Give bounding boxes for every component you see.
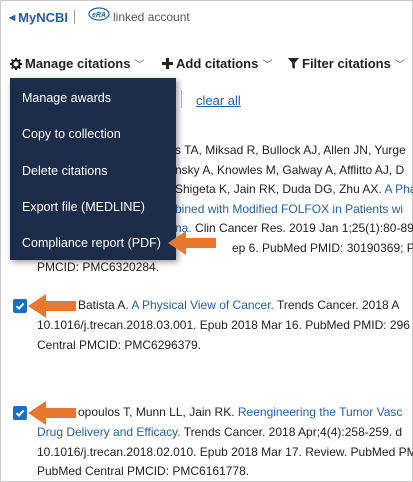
citation-checkbox-3[interactable] (13, 406, 27, 420)
citation-line: PMCID: PMC6320284. (37, 260, 160, 274)
citation-entry-3-cont: Drug Delivery and Efficacy. Trends Cance… (37, 423, 413, 482)
add-citations-label: Add citations (176, 56, 259, 71)
back-triangle-icon: ◀ (9, 13, 16, 22)
plus-icon (162, 58, 173, 69)
selection-divider (181, 90, 182, 108)
citation-checkbox-2[interactable] (13, 299, 27, 313)
citation-line: Drug Delivery and Efficacy. Trends Cance… (37, 425, 403, 439)
arrow-pointer-icon (28, 294, 76, 318)
myncbi-label: MyNCBI (18, 10, 68, 25)
citation-line: PubMed Central PMCID: PMC6161778. (37, 464, 250, 478)
manage-citations-label: Manage citations (25, 56, 131, 71)
citation-line: Shigeta K, Jain RK, Duda DG, Zhu AX. A P… (175, 180, 413, 200)
filter-icon (288, 58, 299, 69)
citation-title-link[interactable]: A Pha (384, 182, 413, 196)
chevron-down-icon: ﹀ (394, 60, 405, 71)
chevron-down-icon: ﹀ (262, 60, 273, 71)
citation-line: 10.1016/j.trecan.2018.02.010. Epub 2018 … (37, 444, 413, 459)
menu-item-export-file[interactable]: Export file (MEDLINE) (22, 200, 145, 214)
citation-entry-1-cont: ep 6. PubMed PMID: 30190369; Pub (232, 239, 413, 259)
arrow-pointer-icon (28, 401, 76, 425)
citation-entry-2: Batista A. A Physical View of Cancer. Tr… (78, 296, 399, 316)
citation-title-link[interactable]: A Physical View of Cancer. (131, 298, 274, 312)
citation-line: s TA, Miksad R, Bullock AJ, Allen JN, Yu… (175, 143, 406, 157)
citation-line: nsky A, Knowles M, Galway A, Afflitto AJ… (175, 162, 405, 177)
manage-citations-menu: Manage awards Copy to collection Delete … (10, 78, 176, 260)
menu-item-delete-citations[interactable]: Delete citations (22, 164, 107, 178)
myncbi-link[interactable]: ◀ MyNCBI (9, 10, 68, 25)
checkmark-icon (15, 302, 25, 311)
clear-all-link[interactable]: clear all (196, 93, 241, 108)
menu-item-compliance-report[interactable]: Compliance report (PDF) (22, 236, 161, 250)
manage-citations-button[interactable]: Manage citations ﹀ (10, 56, 144, 71)
menu-item-copy-to-collection[interactable]: Copy to collection (22, 127, 121, 141)
arrow-pointer-icon (168, 231, 216, 255)
citation-title-link[interactable]: bined with Modified FOLFOX in Patients w… (175, 202, 403, 216)
citation-entry-1: s TA, Miksad R, Bullock AJ, Allen JN, Yu… (175, 141, 413, 239)
citation-line: Batista A. A Physical View of Cancer. Tr… (78, 298, 400, 312)
citation-entry-1-pmcid: PMCID: PMC6320284. (37, 258, 159, 278)
checkmark-icon (15, 409, 25, 418)
citation-line: 10.1016/j.trecan.2018.03.001. Epub 2018 … (37, 318, 410, 332)
linked-account-label: linked account (113, 10, 190, 24)
citation-line: ep 6. PubMed PMID: 30190369; Pub (232, 241, 413, 255)
citation-line: bined with Modified FOLFOX in Patients w… (175, 200, 413, 220)
citation-line: opoulos T, Munn LL, Jain RK. Reengineeri… (78, 405, 403, 419)
citation-entry-2-cont: 10.1016/j.trecan.2018.03.001. Epub 2018 … (37, 316, 410, 355)
header-divider (74, 10, 75, 24)
citation-entry-3: opoulos T, Munn LL, Jain RK. Reengineeri… (78, 403, 402, 423)
header: ◀ MyNCBI eRA linked account (0, 0, 413, 36)
era-logo-icon: eRA (88, 7, 110, 21)
citation-toolbar: Manage citations ﹀ Add citations ﹀ Filte… (0, 53, 413, 75)
citation-line: Central PMCID: PMC6296379. (37, 337, 202, 352)
svg-text:eRA: eRA (92, 12, 106, 19)
filter-citations-label: Filter citations (302, 56, 391, 71)
add-citations-button[interactable]: Add citations ﹀ (162, 56, 272, 71)
gear-icon (10, 57, 22, 70)
chevron-down-icon: ﹀ (134, 60, 145, 71)
citation-title-link[interactable]: Reengineering the Tumor Vasc (238, 405, 403, 419)
filter-citations-button[interactable]: Filter citations ﹀ (288, 56, 405, 71)
menu-item-manage-awards[interactable]: Manage awards (22, 91, 111, 105)
